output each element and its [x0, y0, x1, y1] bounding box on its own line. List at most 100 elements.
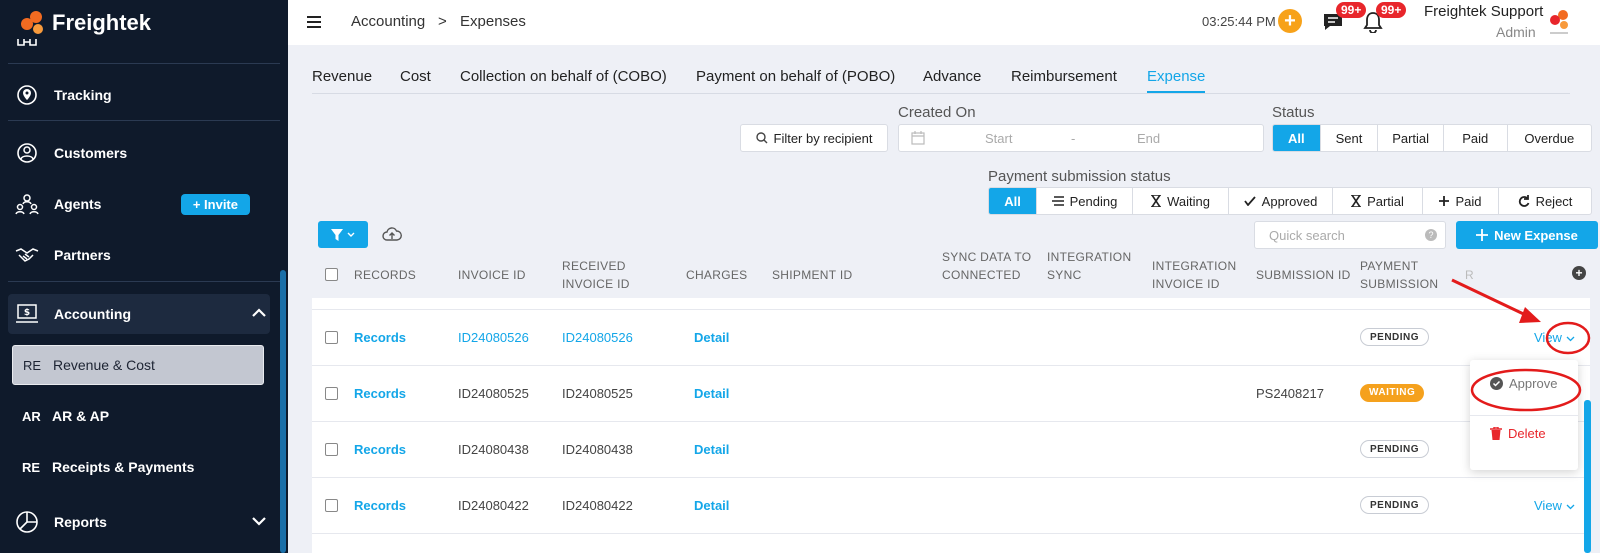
dashboard-icon	[14, 31, 40, 57]
tab-cobo[interactable]: Collection on behalf of (COBO)	[460, 68, 667, 85]
sidebar-sub-revenue-cost[interactable]: RE Revenue & Cost	[12, 345, 264, 385]
date-start-placeholder: Start	[985, 131, 1013, 146]
status-option-all[interactable]: All	[1273, 125, 1321, 151]
row-checkbox[interactable]	[325, 499, 338, 512]
table-row[interactable]: Records ID24080422 ID24080422 Detail PEN…	[312, 478, 1590, 534]
new-expense-button[interactable]: New Expense	[1456, 221, 1598, 249]
quick-search-input[interactable]: Quick search ?	[1254, 221, 1446, 249]
invoice-id-link[interactable]: ID24080526	[458, 330, 529, 345]
row-checkbox[interactable]	[325, 387, 338, 400]
payment-option-reject[interactable]: Reject	[1499, 188, 1591, 214]
table-scrollbar[interactable]	[1584, 400, 1591, 553]
divider	[8, 63, 280, 64]
column-header-charges[interactable]: CHARGES	[686, 266, 747, 284]
sidebar-item-tracking[interactable]: Tracking	[14, 73, 278, 117]
tab-cost[interactable]: Cost	[400, 68, 431, 85]
table-header: RECORDS INVOICE ID RECEIVED INVOICE ID C…	[312, 250, 1600, 298]
sidebar-item-reports[interactable]: Reports	[14, 500, 278, 544]
accounting-icon: $	[14, 301, 40, 327]
sidebar: Freightek Tracking Customers Agents + In…	[0, 0, 288, 553]
quick-add-button[interactable]: +	[1278, 9, 1302, 33]
tab-revenue[interactable]: Revenue	[312, 68, 372, 85]
status-option-paid[interactable]: Paid	[1444, 125, 1508, 151]
charges-detail-link[interactable]: Detail	[694, 442, 729, 457]
payment-option-pending[interactable]: Pending	[1037, 188, 1133, 214]
sidebar-scrollbar[interactable]	[280, 270, 286, 553]
records-link[interactable]: Records	[354, 386, 406, 401]
tab-pobo[interactable]: Payment on behalf of (POBO)	[696, 68, 895, 85]
filter-by-recipient-button[interactable]: Filter by recipient	[740, 124, 888, 152]
row-checkbox[interactable]	[325, 443, 338, 456]
view-dropdown-button[interactable]: View	[1534, 498, 1575, 513]
payment-option-label: Reject	[1535, 193, 1573, 209]
approve-menu-item[interactable]: Approve	[1490, 376, 1557, 391]
sidebar-item-agents[interactable]: Agents + Invite	[14, 182, 278, 226]
payment-option-waiting[interactable]: Waiting	[1133, 188, 1229, 214]
records-link[interactable]: Records	[354, 498, 406, 513]
sidebar-item-accounting-row[interactable]: $ Accounting	[14, 292, 278, 336]
table-row[interactable]: Records ID24080525 ID24080525 Detail PS2…	[312, 366, 1590, 422]
status-badge: PENDING	[1360, 328, 1430, 346]
created-on-date-range[interactable]: Start - End	[898, 124, 1264, 152]
tab-reimbursement[interactable]: Reimbursement	[1011, 68, 1117, 85]
column-header-payment-submission[interactable]: PAYMENT SUBMISSION	[1360, 257, 1440, 293]
status-option-overdue[interactable]: Overdue	[1508, 125, 1591, 151]
column-header-sync-data[interactable]: SYNC DATA TO CONNECTED APPS	[942, 248, 1038, 286]
sidebar-item-hidden[interactable]	[14, 36, 278, 52]
created-on-label: Created On	[898, 104, 976, 121]
view-dropdown-button[interactable]: View	[1534, 330, 1575, 345]
column-header-records[interactable]: RECORDS	[354, 266, 416, 284]
delete-menu-item[interactable]: Delete	[1490, 426, 1546, 441]
received-invoice-id-link[interactable]: ID24080526	[562, 330, 633, 345]
add-column-icon[interactable]: +	[1572, 266, 1586, 280]
svg-text:$: $	[24, 308, 30, 318]
column-header-integration-invoice-id[interactable]: INTEGRATION INVOICE ID	[1152, 257, 1242, 293]
user-name[interactable]: Freightek Support	[1424, 3, 1543, 20]
sidebar-item-partners[interactable]: Partners	[14, 233, 278, 277]
sidebar-sub-ar-ap[interactable]: AR AR & AP	[12, 396, 264, 436]
menu-icon[interactable]	[307, 12, 321, 33]
invite-label: Invite	[204, 196, 238, 212]
agents-icon	[14, 191, 40, 217]
payment-status-label: Payment submission status	[988, 168, 1171, 185]
records-link[interactable]: Records	[354, 442, 406, 457]
row-actions-menu: Approve Delete	[1470, 360, 1578, 470]
approve-label: Approve	[1509, 376, 1558, 391]
sidebar-sub-receipts-payments[interactable]: RE Receipts & Payments	[12, 447, 264, 487]
records-link[interactable]: Records	[354, 330, 406, 345]
payment-option-partial[interactable]: Partial	[1333, 188, 1423, 214]
column-header-integration-sync[interactable]: INTEGRATION SYNC CREATEDBY	[1047, 248, 1143, 286]
plus-icon	[1439, 196, 1450, 206]
select-all-checkbox[interactable]	[325, 268, 338, 281]
payment-option-approved[interactable]: Approved	[1229, 188, 1333, 214]
payment-option-label: Pending	[1069, 193, 1118, 209]
help-icon[interactable]: ?	[1425, 229, 1437, 241]
chevron-down-icon	[1566, 336, 1575, 342]
column-header-received-invoice-id[interactable]: RECEIVED INVOICE ID	[562, 257, 642, 293]
top-header: Accounting > Expenses 03:25:44 PM + 99+ …	[288, 0, 1600, 45]
avatar[interactable]	[1544, 6, 1574, 38]
cloud-upload-icon[interactable]	[382, 226, 402, 244]
charges-detail-link[interactable]: Detail	[694, 498, 729, 513]
charges-detail-link[interactable]: Detail	[694, 330, 729, 345]
tab-expense[interactable]: Expense	[1147, 68, 1206, 93]
breadcrumb-accounting[interactable]: Accounting	[351, 13, 425, 30]
payment-option-all[interactable]: All	[989, 188, 1037, 214]
sidebar-item-customers[interactable]: Customers	[14, 131, 278, 175]
column-header-invoice-id[interactable]: INVOICE ID	[458, 266, 526, 284]
invoice-id: ID24080525	[458, 386, 529, 401]
table-row[interactable]: Records ID24080438 ID24080438 Detail PEN…	[312, 422, 1590, 478]
chevron-down-icon	[347, 232, 355, 237]
tab-advance[interactable]: Advance	[923, 68, 981, 85]
row-checkbox[interactable]	[325, 331, 338, 344]
filter-dropdown-button[interactable]	[318, 221, 368, 248]
column-header-submission-id[interactable]: SUBMISSION ID	[1256, 266, 1351, 284]
status-option-partial[interactable]: Partial	[1378, 125, 1444, 151]
charges-detail-link[interactable]: Detail	[694, 386, 729, 401]
column-header-shipment-id[interactable]: SHIPMENT ID	[772, 266, 852, 284]
table-row[interactable]: Records ID24080526 ID24080526 Detail PEN…	[312, 310, 1590, 366]
clock-time: 03:25:44 PM	[1202, 14, 1276, 29]
invite-button[interactable]: + Invite	[180, 193, 250, 215]
payment-option-paid[interactable]: Paid	[1423, 188, 1499, 214]
status-option-sent[interactable]: Sent	[1321, 125, 1379, 151]
